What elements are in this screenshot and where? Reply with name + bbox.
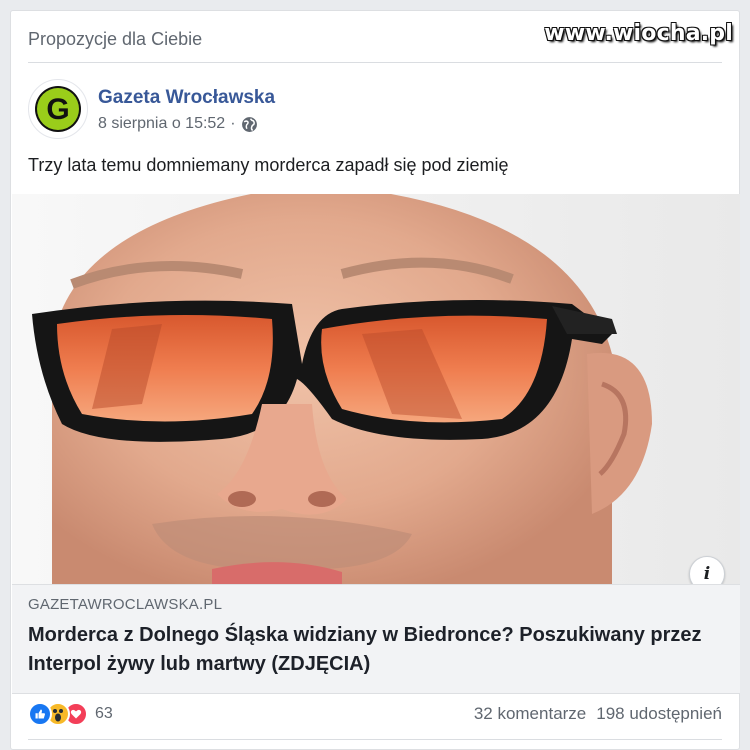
link-title[interactable]: Morderca z Dolnego Śląska widziany w Bie…: [28, 621, 718, 679]
shares-count[interactable]: 198 udostępnień: [596, 704, 722, 724]
reaction-count[interactable]: 63: [95, 705, 113, 723]
divider: [28, 62, 722, 63]
globe-icon: [241, 116, 257, 132]
avatar-letter: G: [46, 93, 69, 126]
man-with-sunglasses-image: [12, 194, 740, 584]
divider: [28, 739, 722, 740]
section-title: Propozycje dla Ciebie: [28, 29, 203, 49]
page-avatar[interactable]: G: [28, 79, 88, 139]
comments-count[interactable]: 32 komentarze: [474, 704, 586, 724]
post-timestamp[interactable]: 8 sierpnia o 15:52: [98, 115, 225, 133]
link-preview[interactable]: GAZETAWROCLAWSKA.PL Morderca z Dolnego Ś…: [12, 584, 740, 694]
post-card: Propozycje dla Ciebie www.wiocha.pl G Ga…: [10, 10, 740, 750]
post-meta: 8 sierpnia o 15:52 ·: [98, 115, 258, 133]
engagement-stats: 32 komentarze 198 udostępnień: [474, 704, 722, 724]
meta-separator: ·: [230, 115, 236, 132]
link-domain: GAZETAWROCLAWSKA.PL: [28, 596, 223, 613]
post-text: Trzy lata temu domniemany morderca zapad…: [28, 155, 509, 175]
post-photo[interactable]: [12, 194, 740, 584]
page-name-link[interactable]: Gazeta Wrocławska: [98, 87, 275, 109]
watermark: www.wiocha.pl: [544, 21, 733, 46]
like-icon[interactable]: [28, 702, 52, 726]
gazeta-logo-icon: G: [35, 86, 81, 132]
reactions-bar: 63 32 komentarze 198 udostępnień: [28, 701, 722, 727]
